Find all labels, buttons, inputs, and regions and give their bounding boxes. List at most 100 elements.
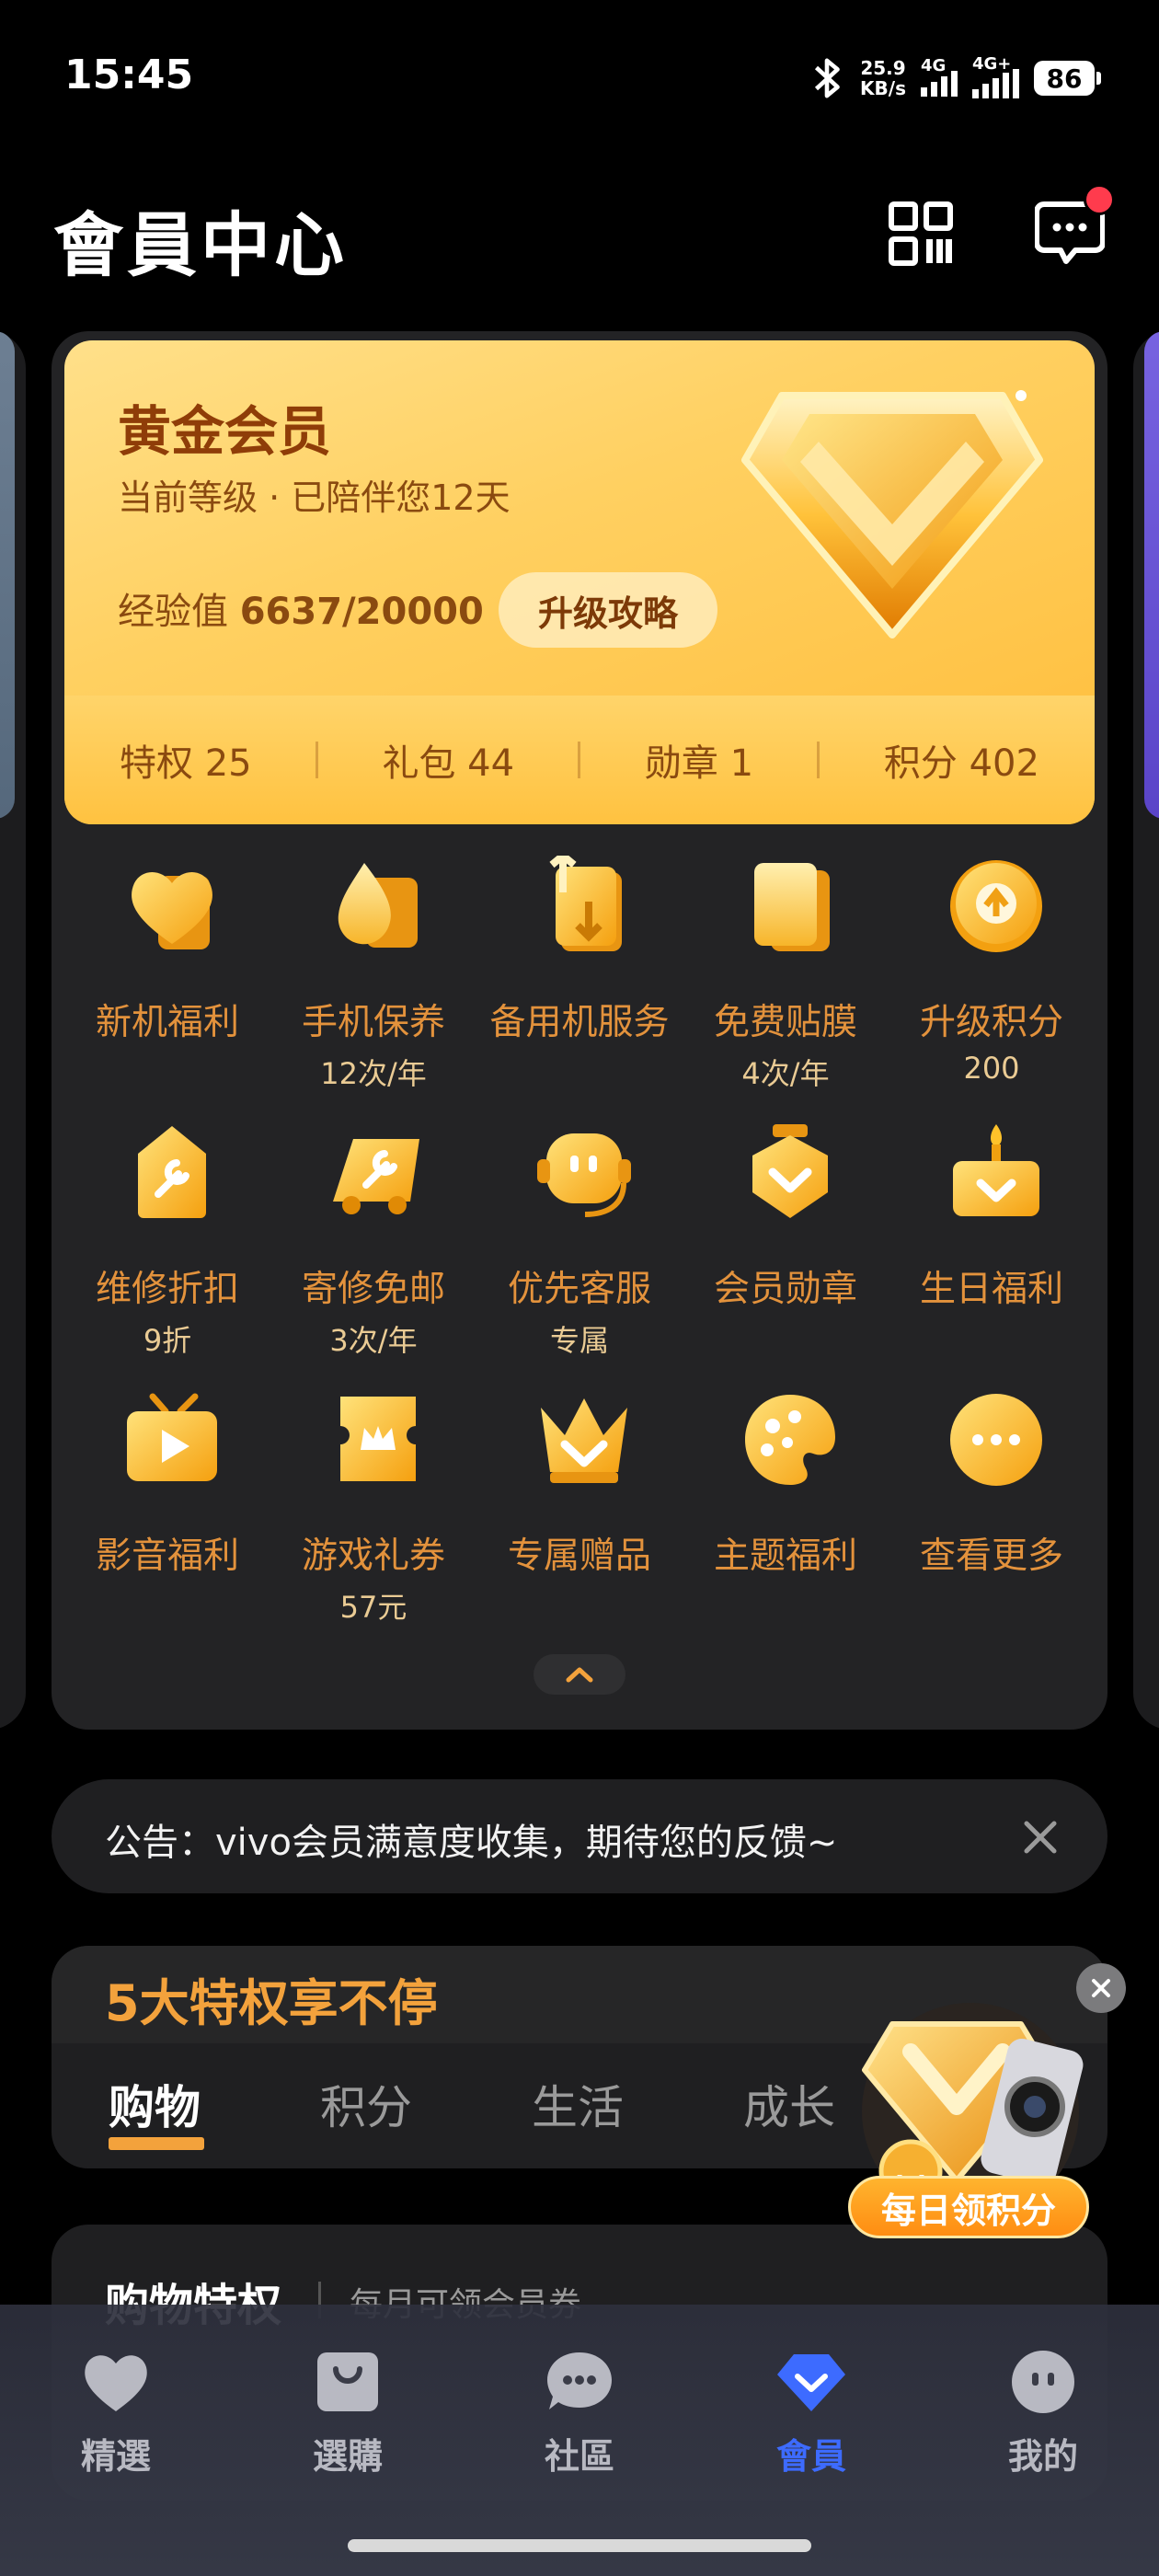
screen-film-icon xyxy=(754,863,830,951)
experience-text: 经验值 6637/20000 xyxy=(118,581,484,635)
benefit-name: 手机保养 xyxy=(301,1002,445,1043)
exp-value: 6637/20000 xyxy=(239,591,484,633)
announcement-bar[interactable]: 公告：vivo会员满意度收集，期待您的反馈~ xyxy=(52,1779,1107,1893)
medal-icon xyxy=(752,1124,828,1218)
tab-points[interactable]: 积分 xyxy=(320,2071,412,2137)
stat-privileges[interactable]: 特权 25 xyxy=(120,733,252,787)
member-stats: 特权 25 礼包 44 勋章 1 积分 402 xyxy=(64,696,1095,824)
qr-code-icon[interactable] xyxy=(888,201,954,267)
swap-phone-icon xyxy=(549,856,622,951)
nav-member[interactable]: 會員 xyxy=(719,2349,903,2478)
benefit-name: 升级积分 xyxy=(919,1002,1063,1043)
support-robot-icon xyxy=(537,1133,631,1217)
stat-divider xyxy=(578,742,581,778)
benefit-name: 备用机服务 xyxy=(489,1002,670,1043)
network-speed: 25.9 KB/s xyxy=(860,58,906,98)
palette-icon xyxy=(745,1395,835,1485)
tab-shopping[interactable]: 购物 xyxy=(109,2071,201,2137)
benefit-note: 专属 xyxy=(549,1323,609,1358)
benefit-name: 生日福利 xyxy=(919,1269,1063,1310)
member-diamond-icon xyxy=(777,2354,845,2411)
speed-unit: KB/s xyxy=(860,77,906,99)
next-card-peek-color xyxy=(1144,331,1159,819)
benefit-note: 57元 xyxy=(339,1590,407,1625)
nav-label: 精選 xyxy=(80,2436,151,2477)
page-title: 會員中心 xyxy=(53,204,348,286)
benefit-note: 12次/年 xyxy=(320,1056,427,1091)
benefit-name: 新机福利 xyxy=(95,1002,239,1043)
benefit-name: 免费贴膜 xyxy=(713,1002,857,1043)
chevron-up-icon xyxy=(566,1667,593,1683)
gold-badge-icon xyxy=(741,390,1043,638)
benefit-name: 专属赠品 xyxy=(507,1535,651,1577)
nav-shop[interactable]: 選購 xyxy=(256,2349,440,2478)
play-tv-icon xyxy=(127,1393,217,1481)
benefit-name: 影音福利 xyxy=(95,1535,239,1577)
benefit-name: 寄修免邮 xyxy=(301,1269,445,1310)
collapse-button[interactable] xyxy=(534,1654,625,1695)
heart-icon xyxy=(85,2355,147,2411)
stat-divider xyxy=(316,742,319,778)
benefit-name: 查看更多 xyxy=(919,1535,1063,1577)
bluetooth-icon xyxy=(814,58,840,98)
close-icon xyxy=(1092,1979,1110,1997)
member-level-card[interactable]: 黄金会员 当前等级 · 已陪伴您12天 经验值 6637/20000 升级攻略 … xyxy=(64,340,1095,824)
benefit-note: 200 xyxy=(963,1051,1020,1086)
exp-label: 经验值 xyxy=(118,591,228,633)
sim1-label: 4G xyxy=(921,56,947,75)
status-time: 15:45 xyxy=(64,52,194,98)
chat-bubble-icon xyxy=(547,2352,612,2409)
nav-profile[interactable]: 我的 xyxy=(951,2349,1135,2478)
daily-points-label[interactable]: 每日领积分 xyxy=(848,2176,1089,2238)
stat-divider xyxy=(817,742,820,778)
member-tier: 黄金会员 xyxy=(118,400,332,463)
announcement-text: 公告：vivo会员满意度收集，期待您的反馈~ xyxy=(105,1822,838,1864)
stat-points[interactable]: 积分 402 xyxy=(884,733,1039,787)
birthday-cake-icon xyxy=(953,1124,1039,1216)
prev-card-peek-color xyxy=(0,331,15,819)
nav-label: 我的 xyxy=(1007,2436,1078,2477)
active-tab-indicator xyxy=(109,2137,204,2150)
stat-gift-packs[interactable]: 礼包 44 xyxy=(382,733,514,787)
tab-life[interactable]: 生活 xyxy=(532,2071,624,2137)
benefit-name: 主题福利 xyxy=(713,1535,857,1577)
benefit-name: 会员勋章 xyxy=(713,1269,857,1310)
stat-medals[interactable]: 勋章 1 xyxy=(645,733,753,787)
shopping-bag-icon xyxy=(317,2352,378,2411)
wrench-truck-icon xyxy=(333,1139,419,1214)
close-icon[interactable] xyxy=(1019,1816,1061,1858)
battery-icon: 86 xyxy=(1034,61,1101,96)
more-dots-icon xyxy=(950,1394,1042,1486)
nav-featured[interactable]: 精選 xyxy=(24,2349,208,2478)
tab-growth[interactable]: 成长 xyxy=(743,2071,835,2137)
nav-label: 會員 xyxy=(775,2436,846,2477)
nav-label: 選購 xyxy=(312,2436,383,2477)
benefit-name: 游戏礼券 xyxy=(301,1535,445,1577)
benefit-note: 4次/年 xyxy=(741,1056,830,1091)
nav-label: 社區 xyxy=(544,2436,614,2477)
signal-icon-2: 4G+ xyxy=(972,54,1019,98)
sim2-label: 4G+ xyxy=(972,54,1012,74)
benefit-note: 9折 xyxy=(143,1323,192,1358)
benefit-note: 3次/年 xyxy=(329,1323,418,1358)
drop-phone-icon xyxy=(338,863,418,948)
benefit-name: 优先客服 xyxy=(507,1269,651,1310)
upgrade-guide-button[interactable]: 升级攻略 xyxy=(499,572,717,648)
bottom-navigation: 精選 選購 社區 會員 我的 xyxy=(0,2305,1159,2576)
wrench-tag-icon xyxy=(138,1126,206,1218)
member-subtitle: 当前等级 · 已陪伴您12天 xyxy=(118,477,511,518)
heart-phone-icon xyxy=(132,872,212,949)
promo-close-button[interactable] xyxy=(1076,1963,1126,2013)
profile-face-icon xyxy=(1012,2351,1074,2413)
privileges-title: 5大特权享不停 xyxy=(105,1974,438,2032)
upgrade-arrow-icon xyxy=(950,860,1042,952)
game-coupon-icon xyxy=(340,1397,416,1481)
speed-value: 25.9 xyxy=(860,57,906,79)
benefit-name: 维修折扣 xyxy=(95,1269,239,1310)
notification-dot xyxy=(1084,184,1115,215)
nav-community[interactable]: 社區 xyxy=(488,2349,671,2478)
signal-icon: 4G xyxy=(921,56,958,97)
home-indicator[interactable] xyxy=(348,2539,811,2552)
crown-gift-icon xyxy=(541,1398,627,1483)
status-icons: 25.9 KB/s 4G 4G+ 86 xyxy=(809,54,1101,101)
